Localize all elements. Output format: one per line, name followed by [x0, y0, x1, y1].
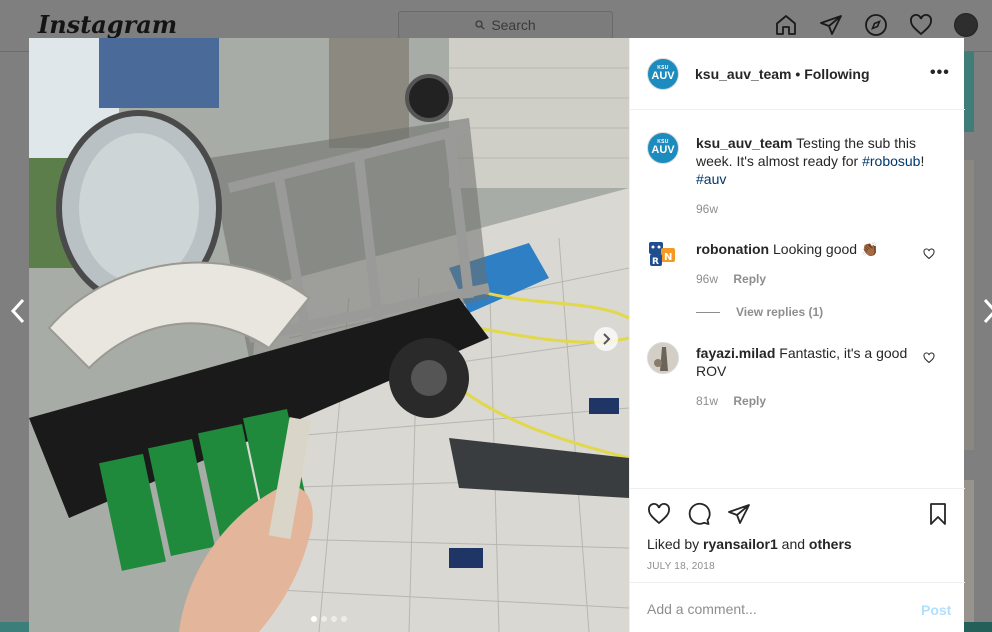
- comment-icon[interactable]: [687, 502, 711, 526]
- comment-input[interactable]: [647, 601, 907, 617]
- liked-user-link[interactable]: ryansailor1: [703, 536, 778, 552]
- comment-body: Looking good: [773, 241, 858, 257]
- share-icon[interactable]: [727, 502, 751, 526]
- caption-username[interactable]: ksu_auv_team: [696, 135, 793, 151]
- post-date[interactable]: JULY 18, 2018: [647, 561, 715, 572]
- post-actions: Liked by ryansailor1 and others JULY 18,…: [630, 488, 965, 582]
- next-post-arrow[interactable]: [982, 298, 992, 324]
- like-comment-icon[interactable]: [923, 352, 935, 364]
- carousel-dot[interactable]: [311, 616, 317, 622]
- commenter-avatar[interactable]: R N: [647, 238, 679, 270]
- comment-text: robonation Looking good 👏🏾: [696, 240, 916, 258]
- caption-avatar[interactable]: KSU AUV: [647, 132, 679, 164]
- author-header: ksu_auv_team • Following: [695, 66, 870, 82]
- reply-button[interactable]: Reply: [733, 394, 766, 408]
- clap-emoji-icon: 👏🏾: [860, 241, 879, 257]
- following-button[interactable]: Following: [804, 66, 869, 82]
- comment-timestamp[interactable]: 81w: [696, 394, 718, 408]
- hashtag-auv[interactable]: #auv: [696, 171, 726, 187]
- comment-meta: 81w Reply: [696, 394, 766, 408]
- liked-prefix: Liked by: [647, 536, 700, 552]
- comment-meta: 96w Reply: [696, 272, 766, 286]
- feed-background: [964, 52, 974, 132]
- like-icon[interactable]: [647, 502, 671, 526]
- caption-exclaim: !: [920, 153, 925, 169]
- hashtag-robosub[interactable]: #robosub: [862, 153, 920, 169]
- like-comment-icon[interactable]: [923, 248, 935, 260]
- post-header: KSU AUV ksu_auv_team • Following •••: [630, 38, 965, 110]
- search-box[interactable]: Search: [398, 11, 613, 39]
- commenter-avatar[interactable]: [647, 342, 679, 374]
- liked-others-link[interactable]: others: [809, 536, 852, 552]
- comment-username[interactable]: robonation: [696, 241, 769, 257]
- replies-divider: [696, 311, 720, 313]
- carousel-dots: [311, 616, 347, 622]
- add-comment-bar: Post: [630, 582, 965, 632]
- header-separator: •: [795, 66, 805, 82]
- view-replies-button[interactable]: View replies (1): [696, 305, 823, 319]
- post-comment-button[interactable]: Post: [921, 602, 951, 618]
- view-replies-label: View replies (1): [736, 305, 824, 319]
- explore-icon[interactable]: [864, 13, 888, 37]
- chevron-right-icon: [603, 333, 611, 345]
- author-avatar[interactable]: KSU AUV: [647, 58, 679, 90]
- feed-background: [964, 160, 974, 450]
- post-sidebar: KSU AUV ksu_auv_team • Following ••• KSU…: [629, 38, 965, 632]
- reply-button[interactable]: Reply: [733, 272, 766, 286]
- svg-text:N: N: [664, 252, 672, 263]
- avatar-photo: [648, 343, 678, 373]
- author-username[interactable]: ksu_auv_team: [695, 66, 792, 82]
- activity-heart-icon[interactable]: [909, 13, 933, 37]
- profile-avatar[interactable]: [954, 13, 978, 37]
- comment-username[interactable]: fayazi.milad: [696, 345, 775, 361]
- svg-text:R: R: [652, 257, 659, 267]
- instagram-logo[interactable]: Instagram: [38, 10, 177, 39]
- caption-text: ksu_auv_team Testing the sub this week. …: [696, 134, 936, 188]
- comment-timestamp[interactable]: 96w: [696, 272, 718, 286]
- feed-background: [964, 480, 974, 622]
- search-icon: [475, 20, 485, 30]
- carousel-next-button[interactable]: [594, 327, 618, 351]
- comment-text: fayazi.milad Fantastic, it's a good ROV: [696, 344, 916, 380]
- carousel-dot[interactable]: [321, 616, 327, 622]
- robot-sub-photo: [29, 38, 629, 632]
- previous-post-arrow[interactable]: [10, 298, 26, 324]
- carousel-dot[interactable]: [331, 616, 337, 622]
- post-modal: KSU AUV ksu_auv_team • Following ••• KSU…: [29, 38, 965, 632]
- liked-by: Liked by ryansailor1 and others: [647, 536, 852, 552]
- caption-time: 96w: [696, 202, 718, 216]
- avatar-text-big: AUV: [651, 70, 675, 82]
- save-bookmark-icon[interactable]: [926, 502, 950, 526]
- direct-icon[interactable]: [819, 13, 843, 37]
- robonation-logo-icon: R N: [649, 242, 675, 267]
- home-icon[interactable]: [774, 13, 798, 37]
- post-photo[interactable]: [29, 38, 629, 632]
- carousel-dot[interactable]: [341, 616, 347, 622]
- search-placeholder: Search: [491, 17, 536, 33]
- avatar-text-big: AUV: [651, 144, 675, 156]
- more-options-icon[interactable]: •••: [930, 64, 950, 82]
- caption-timestamp[interactable]: 96w: [696, 202, 718, 216]
- liked-and: and: [781, 536, 806, 552]
